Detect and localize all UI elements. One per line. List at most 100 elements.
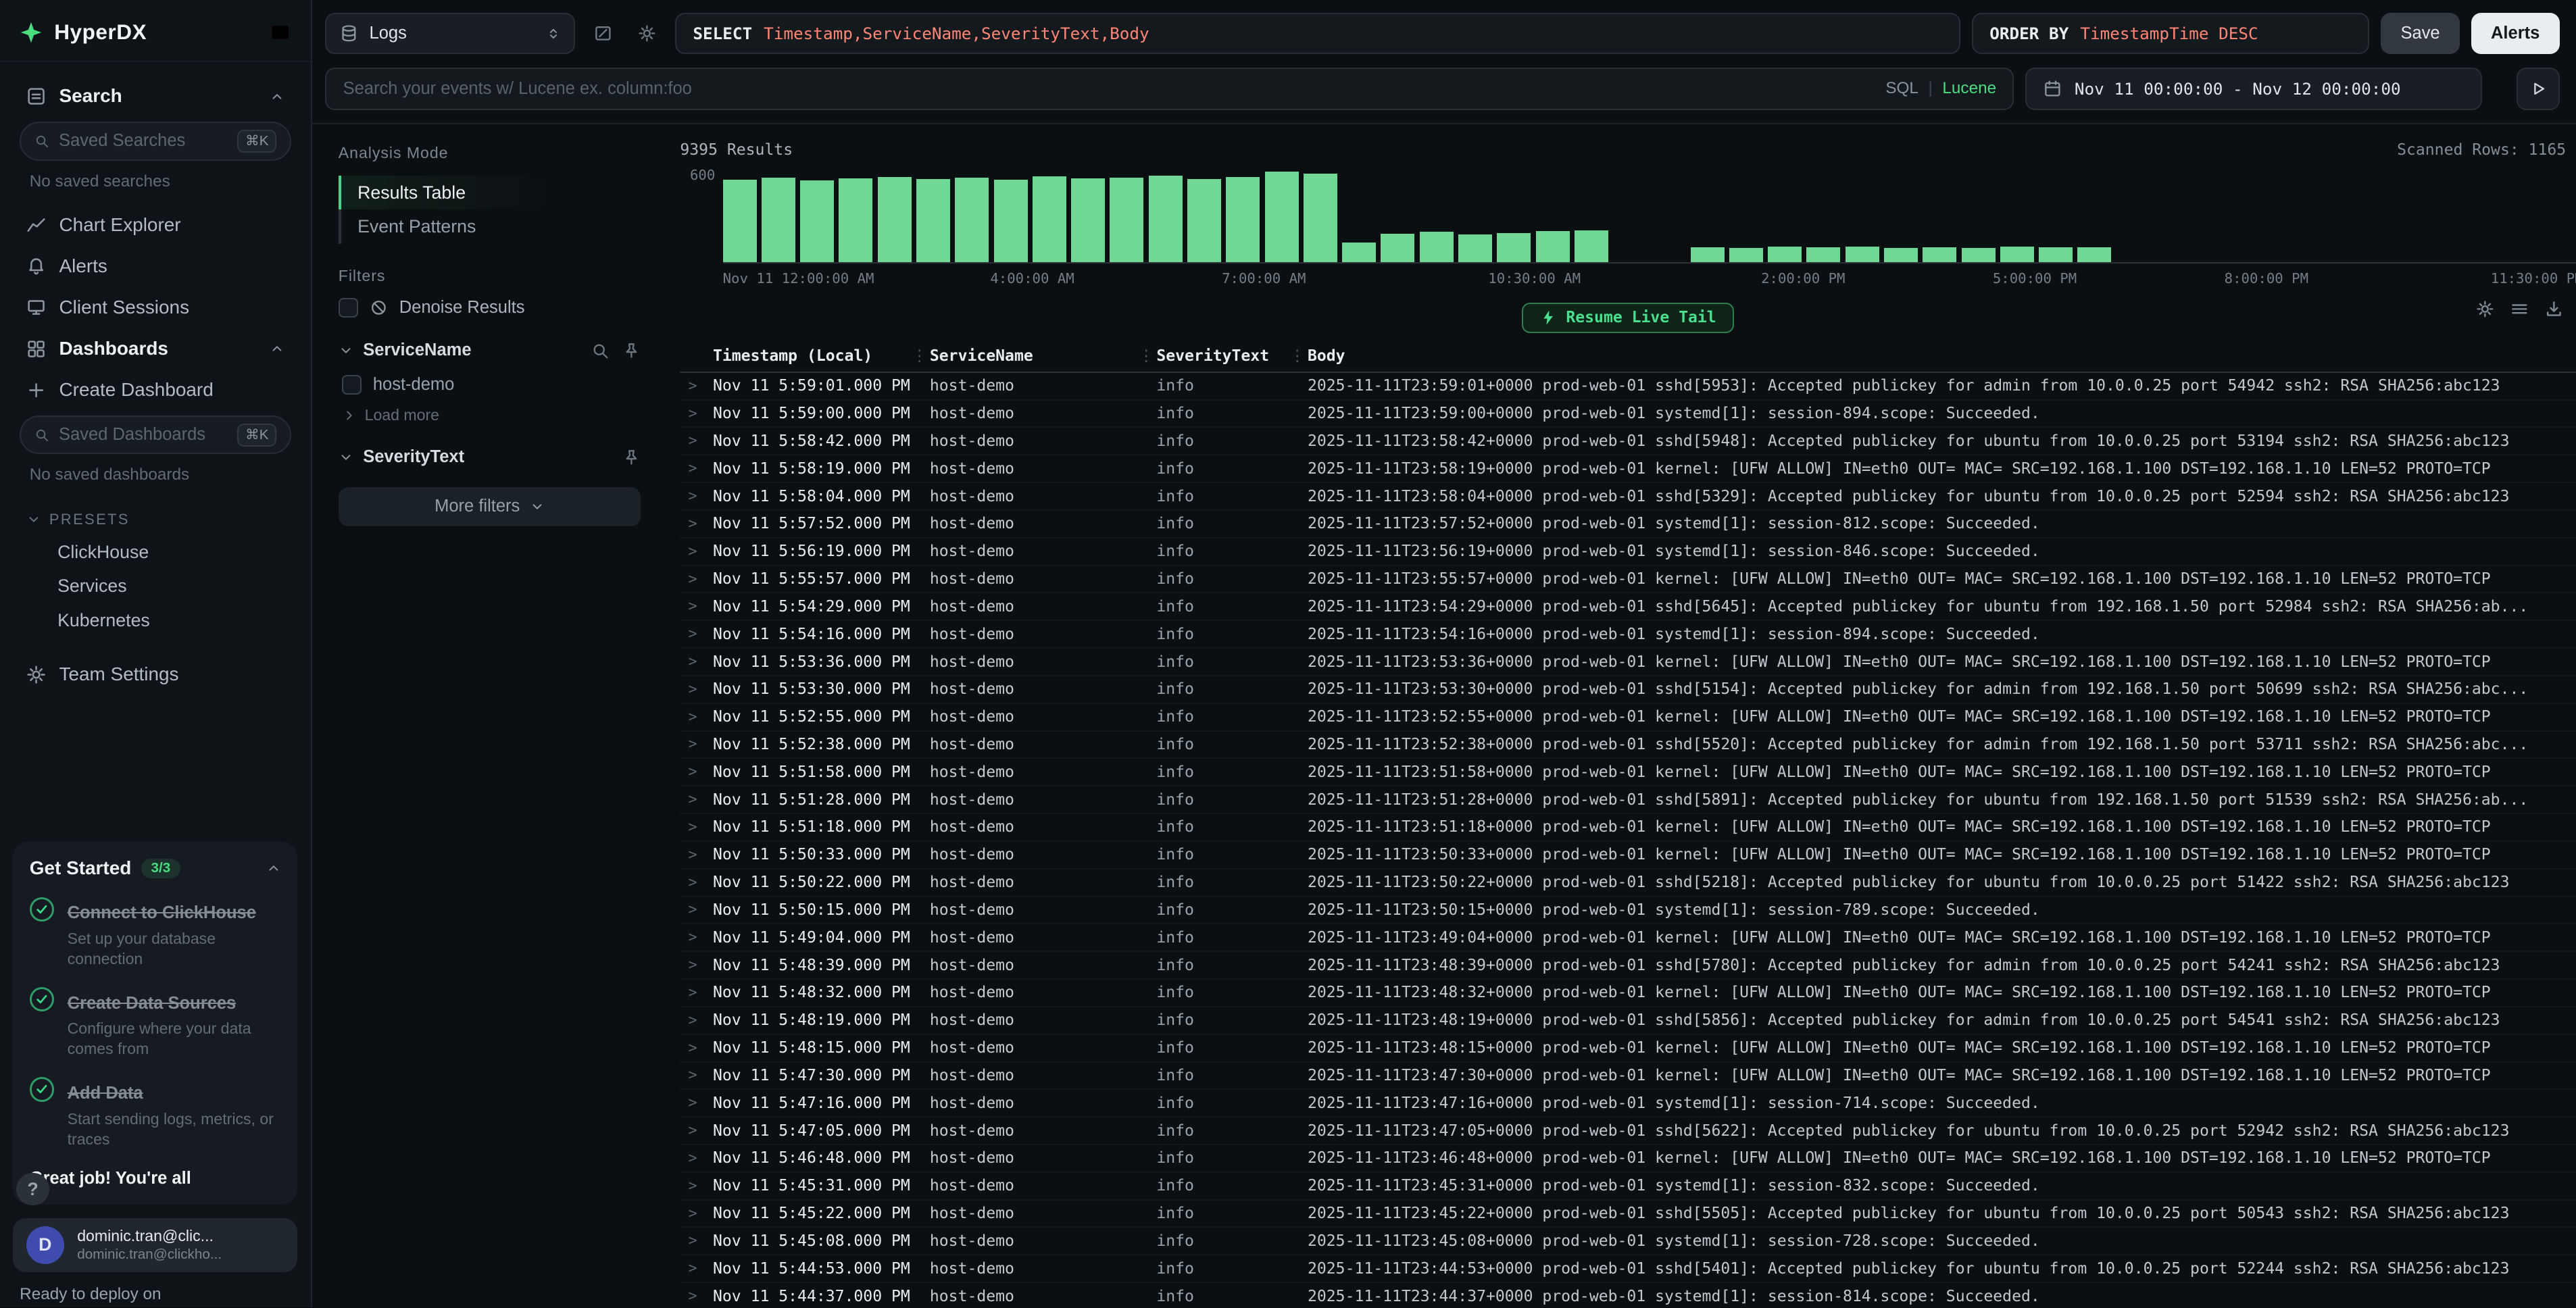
histogram-bar[interactable] <box>1265 172 1299 262</box>
mode-event-patterns[interactable]: Event Patterns <box>339 209 641 243</box>
table-row[interactable]: >Nov 11 5:58:19.000 PMhost-demoinfo2025-… <box>680 455 2575 483</box>
filter-group-header[interactable]: SeverityText <box>339 447 641 467</box>
histogram-bar[interactable] <box>762 178 795 262</box>
histogram-bar[interactable] <box>878 177 912 262</box>
alerts-button[interactable]: Alerts <box>2471 13 2560 54</box>
table-row[interactable]: >Nov 11 5:51:18.000 PMhost-demoinfo2025-… <box>680 814 2575 842</box>
table-row[interactable]: >Nov 11 5:45:31.000 PMhost-demoinfo2025-… <box>680 1173 2575 1201</box>
sidebar-item-client-sessions[interactable]: Client Sessions <box>16 286 294 328</box>
row-expand-icon[interactable]: > <box>680 1288 713 1305</box>
row-expand-icon[interactable]: > <box>680 543 713 560</box>
row-expand-icon[interactable]: > <box>680 1232 713 1249</box>
histogram-bar[interactable] <box>1575 230 1608 262</box>
table-row[interactable]: >Nov 11 5:45:22.000 PMhost-demoinfo2025-… <box>680 1201 2575 1228</box>
sidebar-collapse-icon[interactable] <box>270 22 291 43</box>
histogram-bar[interactable] <box>1033 176 1066 262</box>
sidebar-item-chart-explorer[interactable]: Chart Explorer <box>16 204 294 245</box>
load-more-button[interactable]: Load more <box>339 400 641 434</box>
row-expand-icon[interactable]: > <box>680 626 713 643</box>
table-row[interactable]: >Nov 11 5:55:57.000 PMhost-demoinfo2025-… <box>680 566 2575 594</box>
source-settings-button[interactable] <box>630 18 664 51</box>
user-menu[interactable]: D dominic.tran@clic... dominic.tran@clic… <box>13 1218 297 1272</box>
row-density-icon[interactable] <box>2510 300 2529 318</box>
table-row[interactable]: >Nov 11 5:52:55.000 PMhost-demoinfo2025-… <box>680 704 2575 732</box>
histogram-bar[interactable] <box>1226 177 1260 262</box>
histogram-bar[interactable] <box>2039 247 2073 262</box>
histogram-bar[interactable] <box>1729 248 1763 262</box>
table-row[interactable]: >Nov 11 5:53:36.000 PMhost-demoinfo2025-… <box>680 649 2575 676</box>
presets-header[interactable]: PRESETS <box>16 498 294 535</box>
source-select[interactable]: Logs <box>325 13 575 54</box>
row-expand-icon[interactable]: > <box>680 571 713 588</box>
table-row[interactable]: >Nov 11 5:51:58.000 PMhost-demoinfo2025-… <box>680 759 2575 786</box>
lucene-toggle[interactable]: Lucene <box>1942 79 1996 98</box>
table-row[interactable]: >Nov 11 5:56:19.000 PMhost-demoinfo2025-… <box>680 538 2575 566</box>
more-filters-button[interactable]: More filters <box>339 487 641 526</box>
row-expand-icon[interactable]: > <box>680 515 713 532</box>
sidebar-item-alerts[interactable]: Alerts <box>16 245 294 286</box>
checkbox[interactable] <box>342 375 362 395</box>
histogram-bar[interactable] <box>1536 231 1570 262</box>
histogram-bar[interactable] <box>1304 174 1337 262</box>
table-row[interactable]: >Nov 11 5:48:39.000 PMhost-demoinfo2025-… <box>680 952 2575 980</box>
sidebar-item-team-settings[interactable]: Team Settings <box>16 654 294 695</box>
row-expand-icon[interactable]: > <box>680 736 713 753</box>
table-row[interactable]: >Nov 11 5:47:05.000 PMhost-demoinfo2025-… <box>680 1117 2575 1145</box>
row-expand-icon[interactable]: > <box>680 819 713 836</box>
histogram-bar[interactable] <box>1497 233 1531 263</box>
table-row[interactable]: >Nov 11 5:54:16.000 PMhost-demoinfo2025-… <box>680 621 2575 649</box>
orderby-input[interactable]: ORDER BY TimestampTime DESC <box>1972 13 2369 54</box>
table-row[interactable]: >Nov 11 5:48:19.000 PMhost-demoinfo2025-… <box>680 1007 2575 1035</box>
sidebar-item-dashboards[interactable]: Dashboards <box>16 328 294 370</box>
table-row[interactable]: >Nov 11 5:48:15.000 PMhost-demoinfo2025-… <box>680 1035 2575 1063</box>
filter-item-host-demo[interactable]: host-demo <box>339 370 641 400</box>
table-row[interactable]: >Nov 11 5:53:30.000 PMhost-demoinfo2025-… <box>680 676 2575 704</box>
download-icon[interactable] <box>2545 300 2563 318</box>
row-expand-icon[interactable]: > <box>680 1040 713 1057</box>
row-expand-icon[interactable]: > <box>680 1260 713 1277</box>
histogram-bar[interactable] <box>1458 234 1492 262</box>
pin-icon[interactable] <box>622 342 641 360</box>
histogram-bar[interactable] <box>955 178 989 262</box>
table-row[interactable]: >Nov 11 5:49:04.000 PMhost-demoinfo2025-… <box>680 924 2575 952</box>
table-settings-icon[interactable] <box>2476 300 2494 318</box>
date-range-picker[interactable]: Nov 11 00:00:00 - Nov 12 00:00:00 <box>2025 68 2482 110</box>
row-expand-icon[interactable]: > <box>680 405 713 422</box>
table-row[interactable]: >Nov 11 5:50:15.000 PMhost-demoinfo2025-… <box>680 897 2575 925</box>
chevron-up-icon[interactable] <box>266 861 281 876</box>
histogram-bar[interactable] <box>1187 179 1221 262</box>
table-row[interactable]: >Nov 11 5:44:37.000 PMhost-demoinfo2025-… <box>680 1283 2575 1307</box>
row-expand-icon[interactable]: > <box>680 1205 713 1222</box>
create-dashboard-button[interactable]: Create Dashboard <box>16 370 294 411</box>
histogram-bar[interactable] <box>1846 247 1879 262</box>
preset-services[interactable]: Services <box>16 569 294 603</box>
row-expand-icon[interactable]: > <box>680 709 713 726</box>
histogram-bar[interactable] <box>723 180 757 262</box>
get-started-step[interactable]: Create Data Sources Configure where your… <box>30 986 281 1059</box>
histogram-bar[interactable] <box>2000 247 2034 262</box>
filter-search-icon[interactable] <box>591 342 610 360</box>
row-expand-icon[interactable]: > <box>680 791 713 808</box>
row-expand-icon[interactable]: > <box>680 847 713 863</box>
histogram-bar[interactable] <box>1768 247 1802 262</box>
preset-clickhouse[interactable]: ClickHouse <box>16 535 294 569</box>
row-expand-icon[interactable]: > <box>680 1067 713 1084</box>
histogram-bar[interactable] <box>1381 234 1414 262</box>
table-row[interactable]: >Nov 11 5:50:22.000 PMhost-demoinfo2025-… <box>680 870 2575 897</box>
row-expand-icon[interactable]: > <box>680 598 713 615</box>
row-expand-icon[interactable]: > <box>680 1150 713 1167</box>
row-expand-icon[interactable]: > <box>680 1178 713 1194</box>
mode-results-table[interactable]: Results Table <box>339 176 641 209</box>
col-severitytext[interactable]: SeverityText <box>1156 347 1308 365</box>
histogram-bar[interactable] <box>1884 248 1918 262</box>
row-expand-icon[interactable]: > <box>680 432 713 449</box>
row-expand-icon[interactable]: > <box>680 1122 713 1139</box>
histogram-bar[interactable] <box>1806 247 1840 262</box>
histogram-bar[interactable] <box>916 179 950 262</box>
table-row[interactable]: >Nov 11 5:45:08.000 PMhost-demoinfo2025-… <box>680 1228 2575 1255</box>
row-expand-icon[interactable]: > <box>680 681 713 698</box>
col-timestamp[interactable]: Timestamp (Local) <box>713 347 930 365</box>
pin-icon[interactable] <box>622 449 641 467</box>
table-row[interactable]: >Nov 11 5:58:42.000 PMhost-demoinfo2025-… <box>680 428 2575 455</box>
table-row[interactable]: >Nov 11 5:47:16.000 PMhost-demoinfo2025-… <box>680 1090 2575 1117</box>
